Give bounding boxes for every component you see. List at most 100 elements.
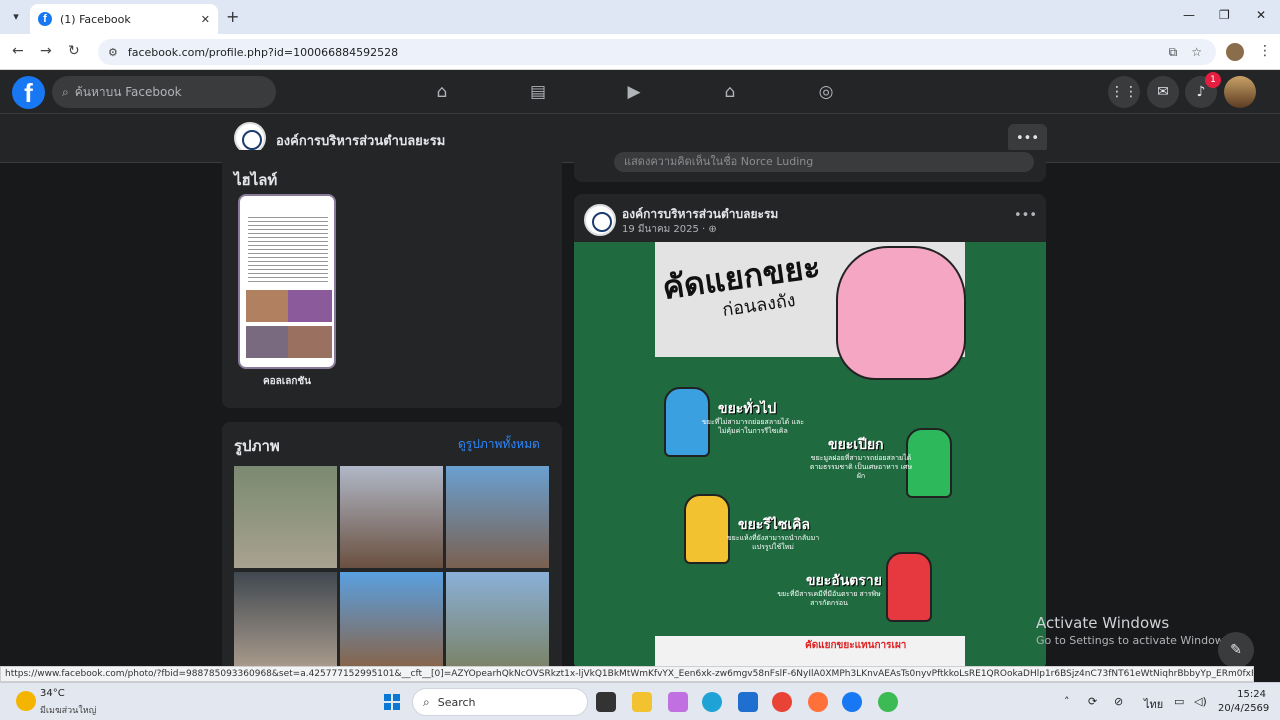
back-button[interactable]: ←	[12, 43, 24, 59]
profile-name[interactable]: องค์การบริหารส่วนตำบลยะรม	[276, 130, 445, 151]
highlight-thumbnail[interactable]	[238, 194, 336, 369]
marketplace-icon[interactable]: ⌂	[718, 80, 742, 104]
windows-start-icon[interactable]	[384, 694, 400, 710]
store-icon[interactable]	[738, 692, 758, 712]
bin-description: ขยะที่มีสารเคมีที่มีอันตราย สารพิษ สารกั…	[777, 590, 881, 607]
url-text: facebook.com/profile.php?id=100066884592…	[127, 45, 399, 59]
trash-bag-illustration	[836, 246, 966, 380]
wifi-icon[interactable]: ▭	[1174, 695, 1184, 708]
facebook-logo-icon[interactable]: f	[12, 76, 45, 109]
file-explorer-icon[interactable]	[632, 692, 652, 712]
menu-grid-icon[interactable]: ⋮⋮	[1108, 76, 1140, 108]
bin-label: ขยะทั่วไป	[718, 401, 777, 417]
install-app-icon[interactable]: ⧉	[1169, 45, 1178, 60]
home-icon[interactable]: ⌂	[430, 80, 454, 104]
photo-thumbnail[interactable]	[446, 572, 549, 674]
taskbar-search[interactable]: ⌕ Search	[412, 688, 588, 716]
activate-windows-title: Activate Windows	[1036, 614, 1170, 632]
bin-description: ขยะที่ไม่สามารถย่อยสลายได้ และไม่คุ้มค่า…	[702, 418, 804, 435]
new-message-edit-icon[interactable]: ✎	[1218, 632, 1254, 668]
maximize-button[interactable]: ❐	[1219, 8, 1230, 22]
activate-windows-subtitle: Go to Settings to activate Windows.	[1036, 634, 1234, 647]
highlights-title: ไฮไลท์	[234, 171, 278, 189]
tray-overflow-icon[interactable]: ˄	[1064, 695, 1070, 708]
new-tab-button[interactable]: +	[226, 7, 239, 26]
video-icon[interactable]: ▶	[622, 80, 646, 104]
tab-title: (1) Facebook	[60, 12, 131, 26]
bottom-banner-text: คัดแยกขยะแทนการเผา	[805, 640, 907, 651]
status-bar-url: https://www.facebook.com/photo/?fbid=988…	[0, 666, 1254, 682]
globe-icon: ⊕	[708, 224, 717, 235]
facebook-header: f ⌕ ⌂ ▤ ▶ ⌂ ◎ ⋮⋮ ✉ ♪	[0, 70, 1280, 114]
volume-icon[interactable]: ◁)	[1194, 695, 1207, 708]
tab-search-button[interactable]: ▾	[6, 6, 26, 26]
image-bottom-banner: คัดแยกขยะแทนการเผา	[655, 636, 965, 670]
search-icon: ⌕	[62, 84, 69, 99]
highlight-photo	[246, 326, 290, 358]
account-avatar[interactable]	[1224, 76, 1256, 108]
photo-thumbnail[interactable]	[340, 572, 443, 674]
bookmark-star-icon[interactable]: ☆	[1191, 45, 1202, 59]
profile-more-button[interactable]: •••	[1008, 124, 1047, 153]
photo-thumbnail[interactable]	[340, 466, 443, 568]
chrome-active-icon[interactable]	[878, 692, 898, 712]
photo-thumbnail[interactable]	[234, 572, 337, 674]
post-image[interactable]: คัดแยกขยะ ก่อนลงถัง ขยะทั่วไป ขยะที่ไม่ส…	[574, 242, 1046, 670]
tray-sync-icon[interactable]: ⟳	[1088, 695, 1097, 708]
weather-icon[interactable]	[16, 691, 36, 711]
highlight-photo	[246, 290, 290, 322]
firefox-icon[interactable]	[808, 692, 828, 712]
feeds-icon[interactable]: ▤	[526, 80, 550, 104]
highlight-text-image	[248, 214, 328, 284]
photos-title: รูปภาพ	[234, 437, 280, 455]
gaming-icon[interactable]: ◎	[814, 80, 838, 104]
post-author-avatar[interactable]	[584, 204, 616, 236]
copilot-icon[interactable]	[668, 692, 688, 712]
close-tab-icon[interactable]: ✕	[201, 13, 210, 26]
bin-label: ขยะอันตราย	[806, 573, 882, 589]
notification-badge: 1	[1205, 72, 1221, 88]
forward-button[interactable]: →	[40, 43, 52, 59]
browser-tab-bar: ▾ f (1) Facebook ✕ + — ❐ ✕	[0, 0, 1280, 34]
weather-description: มีเมฆส่วนใหญ่	[40, 706, 97, 716]
facebook-search-box[interactable]: ⌕	[52, 76, 276, 108]
tray-network-icon[interactable]: ⊘	[1114, 695, 1123, 708]
bin-description: ขยะมูลฝอยที่สามารถย่อยสลายได้ตามธรรมชาติ…	[809, 454, 913, 480]
hazardous-waste-bin-icon	[886, 552, 932, 622]
messenger-icon[interactable]: ✉	[1147, 76, 1179, 108]
clock-time: 15:24	[1237, 689, 1266, 700]
browser-tab[interactable]: f (1) Facebook ✕	[30, 4, 218, 34]
facebook-app-icon[interactable]	[842, 692, 862, 712]
chrome-icon[interactable]	[772, 692, 792, 712]
post-card: องค์การบริหารส่วนตำบลยะรม 19 มีนาคม 2025…	[574, 194, 1046, 670]
taskbar-clock[interactable]: 15:24 20/4/2569	[1218, 688, 1270, 716]
task-view-icon[interactable]	[596, 692, 616, 712]
post-date[interactable]: 19 มีนาคม 2025 · ⊕	[622, 222, 717, 237]
recycle-bin-icon	[684, 494, 730, 564]
facebook-search-input[interactable]	[74, 85, 255, 99]
close-window-button[interactable]: ✕	[1256, 8, 1266, 22]
browser-profile-avatar[interactable]	[1226, 43, 1244, 61]
highlight-photo	[288, 326, 332, 358]
search-icon: ⌕	[423, 694, 430, 709]
omnibox[interactable]: ⚙ facebook.com/profile.php?id=1000668845…	[98, 39, 1216, 65]
highlight-label: คอลเลกชัน	[262, 376, 312, 387]
clock-date: 20/4/2569	[1218, 703, 1270, 714]
language-indicator[interactable]: ไทย	[1144, 695, 1163, 713]
bin-label: ขยะเปียก	[828, 437, 884, 453]
site-info-icon[interactable]: ⚙	[108, 46, 118, 59]
taskbar-search-label: Search	[437, 695, 476, 709]
post-options-icon[interactable]: •••	[1014, 208, 1037, 223]
see-all-photos-link[interactable]: ดูรูปภาพทั้งหมด	[458, 435, 540, 454]
photo-thumbnail[interactable]	[446, 466, 549, 568]
previous-post-footer: แสดงความคิดเห็นในชื่อ Norce Luding	[574, 150, 1046, 182]
edge-icon[interactable]	[702, 692, 722, 712]
comment-input[interactable]: แสดงความคิดเห็นในชื่อ Norce Luding	[614, 152, 1034, 172]
post-date-text: 19 มีนาคม 2025 ·	[622, 224, 709, 235]
photo-thumbnail[interactable]	[234, 466, 337, 568]
address-toolbar: ← → ↻ ⚙ facebook.com/profile.php?id=1000…	[0, 34, 1280, 70]
minimize-button[interactable]: —	[1183, 8, 1195, 22]
reload-button[interactable]: ↻	[68, 43, 80, 59]
browser-menu-icon[interactable]: ⋮	[1258, 43, 1272, 59]
highlight-photo	[288, 290, 332, 322]
